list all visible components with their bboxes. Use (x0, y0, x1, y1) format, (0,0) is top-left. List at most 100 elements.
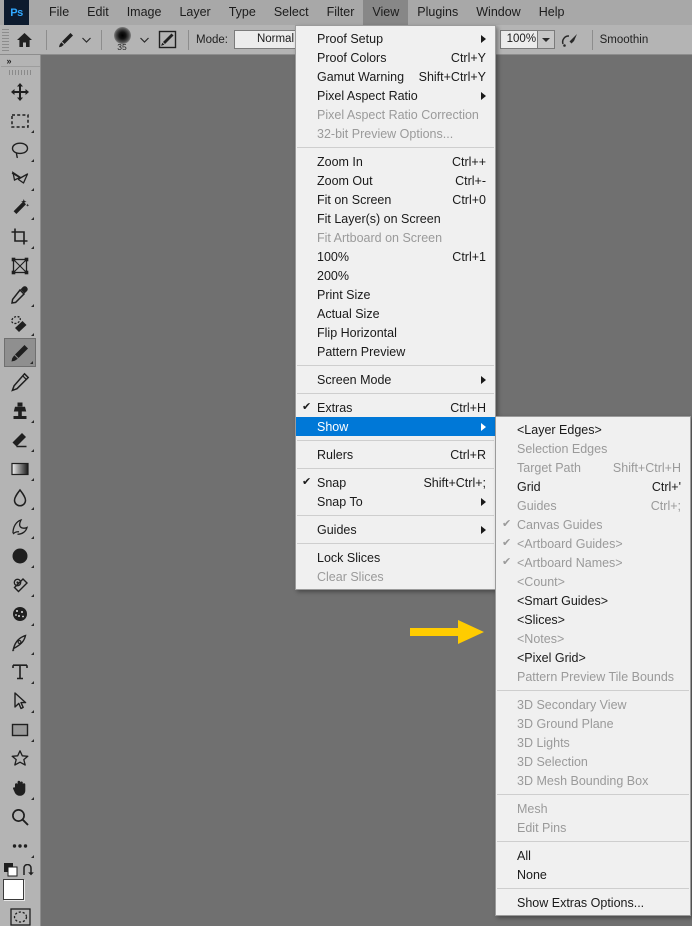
menu-item-pattern-preview[interactable]: Pattern Preview (296, 342, 495, 361)
tool-flyout-indicator-icon[interactable] (31, 333, 34, 337)
flow-input[interactable]: 100% (499, 30, 538, 49)
object-selection-tool[interactable] (4, 164, 36, 193)
tool-flyout-indicator-icon[interactable] (31, 507, 34, 511)
menu-plugins[interactable]: Plugins (408, 0, 467, 25)
brush-tool[interactable] (4, 338, 36, 368)
menu-item-fit-on-screen[interactable]: Fit on Screen Ctrl+0 (296, 190, 495, 209)
quick-mask-mode-icon[interactable] (4, 908, 36, 926)
tool-flyout-indicator-icon[interactable] (31, 130, 34, 134)
dodge-tool[interactable] (4, 512, 36, 541)
tool-flyout-indicator-icon[interactable] (31, 681, 34, 685)
tool-flyout-indicator-icon[interactable] (31, 623, 34, 627)
menu-item-pixel-grid[interactable]: <Pixel Grid> (496, 648, 690, 667)
menu-image[interactable]: Image (118, 0, 171, 25)
tool-flyout-indicator-icon[interactable] (31, 217, 34, 221)
home-icon[interactable] (9, 32, 39, 48)
menu-item-extras[interactable]: ✔ Extras Ctrl+H (296, 398, 495, 417)
tool-flyout-indicator-icon[interactable] (31, 710, 34, 714)
zoom-tool[interactable] (4, 802, 36, 831)
frame-tool[interactable] (4, 251, 36, 280)
menu-item-smart-guides[interactable]: <Smart Guides> (496, 591, 690, 610)
tool-flyout-indicator-icon[interactable] (30, 361, 33, 365)
lasso-tool[interactable] (4, 135, 36, 164)
blur-tool[interactable] (4, 483, 36, 512)
menu-item-grid[interactable]: Grid Ctrl+' (496, 477, 690, 496)
brush-size-preview[interactable]: 35 (109, 27, 135, 52)
tool-flyout-indicator-icon[interactable] (31, 536, 34, 540)
menu-filter[interactable]: Filter (318, 0, 364, 25)
menu-item-proof-colors[interactable]: Proof Colors Ctrl+Y (296, 48, 495, 67)
airbrush-icon[interactable] (555, 31, 585, 49)
tool-flyout-indicator-icon[interactable] (31, 478, 34, 482)
tool-flyout-indicator-icon[interactable] (31, 159, 34, 163)
menu-item-zoom-in[interactable]: Zoom In Ctrl++ (296, 152, 495, 171)
menu-item-layer-edges[interactable]: <Layer Edges> (496, 420, 690, 439)
brush-preset-icon[interactable] (54, 31, 78, 49)
tool-flyout-indicator-icon[interactable] (31, 797, 34, 801)
menu-item-snap[interactable]: ✔ Snap Shift+Ctrl+; (296, 473, 495, 492)
menu-window[interactable]: Window (467, 0, 529, 25)
tool-flyout-indicator-icon[interactable] (31, 304, 34, 308)
default-foreground-background-icon[interactable] (4, 863, 19, 877)
brush-settings-panel-icon[interactable] (153, 30, 181, 49)
options-bar-grip[interactable] (2, 28, 9, 51)
menu-item-screen-mode[interactable]: Screen Mode (296, 370, 495, 389)
menu-item-none[interactable]: None (496, 865, 690, 884)
rectangle-tool[interactable] (4, 715, 36, 744)
menu-layer[interactable]: Layer (170, 0, 219, 25)
move-tool[interactable] (4, 77, 36, 106)
menu-item-gamut-warning[interactable]: Gamut Warning Shift+Ctrl+Y (296, 67, 495, 86)
tool-flyout-indicator-icon[interactable] (31, 449, 34, 453)
menu-help[interactable]: Help (530, 0, 574, 25)
collapse-toolbar-button[interactable]: » (0, 56, 40, 67)
menu-item-all[interactable]: All (496, 846, 690, 865)
menu-item-rulers[interactable]: Rulers Ctrl+R (296, 445, 495, 464)
menu-item-pixel-aspect-ratio[interactable]: Pixel Aspect Ratio (296, 86, 495, 105)
foreground-color-swatch[interactable] (3, 879, 24, 901)
menu-item-flip-horizontal[interactable]: Flip Horizontal (296, 323, 495, 342)
menu-item-zoom-out[interactable]: Zoom Out Ctrl+- (296, 171, 495, 190)
menu-item-lock-slices[interactable]: Lock Slices (296, 548, 495, 567)
menu-item-show[interactable]: Show (296, 417, 495, 436)
tool-flyout-indicator-icon[interactable] (31, 420, 34, 424)
edit-toolbar-tool[interactable] (4, 831, 36, 860)
clone-stamp-tool[interactable] (4, 396, 36, 425)
eraser-tool[interactable] (4, 425, 36, 454)
flow-combo[interactable]: 100% (499, 30, 555, 49)
spot-healing-brush-tool[interactable] (4, 309, 36, 338)
menu-item-slices[interactable]: <Slices> (496, 610, 690, 629)
path-selection-tool[interactable] (4, 686, 36, 715)
rectangular-marquee-tool[interactable] (4, 106, 36, 135)
menu-item-snap-to[interactable]: Snap To (296, 492, 495, 511)
type-tool[interactable] (4, 657, 36, 686)
menu-item-fit-layer-s-on-screen[interactable]: Fit Layer(s) on Screen (296, 209, 495, 228)
tool-flyout-indicator-icon[interactable] (31, 855, 34, 859)
menu-item-show-extras-options[interactable]: Show Extras Options... (496, 893, 690, 912)
eyedropper-tool[interactable] (4, 280, 36, 309)
toolbar-drag-grip[interactable] (9, 70, 31, 76)
hand-tool[interactable] (4, 773, 36, 802)
tool-flyout-indicator-icon[interactable] (31, 188, 34, 192)
pencil-tool[interactable] (4, 367, 36, 396)
menu-view[interactable]: View (363, 0, 409, 25)
custom-shape-tool[interactable] (4, 744, 36, 773)
crop-tool[interactable] (4, 222, 36, 251)
history-brush-tool[interactable] (4, 570, 36, 599)
menu-item-guides[interactable]: Guides (296, 520, 495, 539)
menu-item-200[interactable]: 200% (296, 266, 495, 285)
tool-flyout-indicator-icon[interactable] (31, 652, 34, 656)
brush-size-chevron-down-icon[interactable] (135, 37, 153, 43)
tool-flyout-indicator-icon[interactable] (31, 594, 34, 598)
magic-wand-tool[interactable] (4, 193, 36, 222)
tool-flyout-indicator-icon[interactable] (31, 246, 34, 250)
menu-item-100[interactable]: 100% Ctrl+1 (296, 247, 495, 266)
tool-flyout-indicator-icon[interactable] (31, 739, 34, 743)
pen-tool[interactable] (4, 628, 36, 657)
swap-colors-icon[interactable] (22, 863, 36, 877)
burn-tool[interactable] (4, 541, 36, 570)
art-history-brush-tool[interactable] (4, 599, 36, 628)
menu-select[interactable]: Select (265, 0, 318, 25)
menu-edit[interactable]: Edit (78, 0, 118, 25)
gradient-tool[interactable] (4, 454, 36, 483)
menu-file[interactable]: File (40, 0, 78, 25)
